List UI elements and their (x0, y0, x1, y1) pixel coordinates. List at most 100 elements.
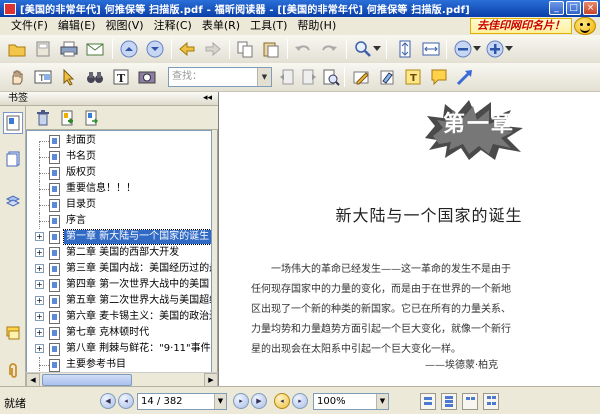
bookmark-item[interactable]: 主要参考书目 (27, 357, 211, 373)
search-document-icon[interactable] (320, 66, 342, 88)
open-folder-icon[interactable] (6, 38, 28, 60)
nav-back-icon[interactable]: ◂ (274, 393, 290, 409)
text-box-icon[interactable]: T (402, 66, 424, 88)
bookmark-item[interactable]: + 第三章 美国内战：美国经历过的最 (27, 261, 211, 277)
bookmark-item[interactable]: + 第二章 美国的西部大开发 (27, 245, 211, 261)
menu-edit[interactable]: 编辑(E) (53, 17, 101, 35)
pencil-icon[interactable] (350, 66, 372, 88)
facing-view-icon[interactable] (462, 393, 478, 410)
single-page-view-icon[interactable] (420, 393, 436, 410)
typewriter-icon[interactable]: T (110, 66, 132, 88)
continuous-view-icon[interactable] (441, 393, 457, 410)
tab-pages-icon[interactable] (3, 148, 23, 170)
redo-icon[interactable] (318, 38, 340, 60)
zoom-out-dropdown-icon[interactable] (472, 38, 482, 60)
page-dropdown-icon[interactable]: ▼ (214, 394, 226, 409)
nav-forward-icon[interactable]: ▸ (292, 393, 308, 409)
menu-comment[interactable]: 注释(C) (149, 17, 197, 35)
expand-bookmark-icon[interactable] (82, 109, 100, 127)
print-icon[interactable] (58, 38, 80, 60)
previous-page-icon[interactable] (118, 38, 140, 60)
tab-comments-icon[interactable] (3, 322, 23, 344)
bookmark-item[interactable]: + 第七章 克林顿时代 (27, 325, 211, 341)
next-page-button-icon[interactable]: ▸ (233, 393, 249, 409)
select-arrow-icon[interactable] (58, 66, 80, 88)
page-number-field[interactable]: 14 / 382 ▼ (137, 393, 227, 410)
add-bookmark-icon[interactable] (58, 109, 76, 127)
document-view[interactable]: 第一章 新大陆与一个国家的诞生 一场伟大的革命已经发生——这一革命的发生不是由于… (218, 92, 600, 386)
zoom-in-icon[interactable] (484, 38, 506, 60)
fit-width-icon[interactable] (420, 38, 442, 60)
delete-bookmark-icon[interactable] (34, 109, 52, 127)
snapshot-icon[interactable] (136, 66, 158, 88)
menu-view[interactable]: 视图(V) (100, 17, 148, 35)
expand-toggle[interactable]: + (35, 232, 44, 241)
bookmark-item[interactable]: 序言 (27, 213, 211, 229)
hand-tool-icon[interactable] (6, 66, 28, 88)
note-icon[interactable] (428, 66, 450, 88)
arrow-annotation-icon[interactable] (454, 66, 476, 88)
back-arrow-icon[interactable] (176, 38, 198, 60)
tab-layers-icon[interactable] (3, 190, 23, 212)
bookmark-item[interactable]: + 第八章 荆棘与鲜花："9·11"事件与 (27, 341, 211, 357)
smiley-icon[interactable] (574, 17, 596, 35)
copy-page-icon[interactable] (234, 38, 256, 60)
zoom-level-field[interactable]: 100% ▼ (313, 393, 389, 410)
bookmark-item[interactable]: 版权页 (27, 165, 211, 181)
menu-form[interactable]: 表单(R) (197, 17, 245, 35)
bookmark-item[interactable]: 重要信息！！！ (27, 181, 211, 197)
text-select-icon[interactable]: T (32, 66, 54, 88)
bookmark-item-selected[interactable]: + 第一章 新大陆与一个国家的诞生 (27, 229, 211, 245)
collapse-panel-button[interactable]: ◂◂ (203, 92, 212, 105)
close-button[interactable]: × (583, 1, 598, 15)
menu-tools[interactable]: 工具(T) (245, 17, 292, 35)
menu-help[interactable]: 帮助(H) (292, 17, 341, 35)
bookmark-tree[interactable]: 封面页 书名页 版权页 重要信息！！！ 目录页 序言 + 第一章 新大陆与一个国… (26, 130, 212, 384)
binoculars-icon[interactable] (84, 66, 106, 88)
tab-bookmarks-icon[interactable] (3, 112, 23, 134)
minimize-button[interactable]: _ (549, 1, 564, 15)
expand-toggle[interactable]: + (35, 264, 44, 273)
bookmark-item[interactable]: + 第六章 麦卡锡主义：美国的政治迫 (27, 309, 211, 325)
next-page-icon[interactable] (144, 38, 166, 60)
zoom-tool-icon[interactable] (352, 38, 374, 60)
zoom-in-dropdown-icon[interactable] (504, 38, 514, 60)
find-next-icon[interactable] (298, 66, 320, 88)
email-icon[interactable] (84, 38, 106, 60)
tab-attachments-icon[interactable] (3, 360, 23, 382)
zoom-dropdown-icon[interactable] (372, 38, 382, 60)
maximize-button[interactable]: □ (566, 1, 581, 15)
zoom-level-dropdown-icon[interactable]: ▼ (376, 394, 388, 409)
first-page-icon[interactable]: ◀ (100, 393, 116, 409)
scroll-left-icon[interactable]: ◀ (26, 373, 40, 387)
find-previous-icon[interactable] (276, 66, 298, 88)
search-input[interactable]: 查找： ▼ (168, 67, 272, 87)
last-page-icon[interactable]: ▶ (251, 393, 267, 409)
zoom-out-icon[interactable] (452, 38, 474, 60)
search-dropdown-icon[interactable]: ▼ (257, 68, 271, 86)
expand-toggle[interactable]: + (35, 280, 44, 289)
fit-page-icon[interactable] (394, 38, 416, 60)
bookmark-item[interactable]: 书名页 (27, 149, 211, 165)
save-icon[interactable] (32, 38, 54, 60)
expand-toggle[interactable]: + (35, 328, 44, 337)
expand-toggle[interactable]: + (35, 296, 44, 305)
ad-banner[interactable]: 去佳印网印名片！ (470, 18, 572, 34)
undo-icon[interactable] (292, 38, 314, 60)
continuous-facing-view-icon[interactable] (483, 393, 499, 410)
paste-page-icon[interactable] (260, 38, 282, 60)
expand-toggle[interactable]: + (35, 312, 44, 321)
bookmark-item[interactable]: + 第五章 第二次世界大战与美国超级 (27, 293, 211, 309)
forward-arrow-icon[interactable] (202, 38, 224, 60)
expand-toggle[interactable]: + (35, 248, 44, 257)
menu-file[interactable]: 文件(F) (6, 17, 53, 35)
prev-page-icon[interactable]: ◂ (118, 393, 134, 409)
scroll-right-icon[interactable]: ▶ (204, 373, 218, 387)
bookmark-item[interactable]: + 第四章 第一次世界大战中的美国 (27, 277, 211, 293)
expand-toggle[interactable]: + (35, 344, 44, 353)
bookmark-item[interactable]: 目录页 (27, 197, 211, 213)
scroll-thumb[interactable] (42, 374, 132, 386)
horizontal-scrollbar[interactable]: ◀ ▶ (26, 372, 218, 387)
bookmark-item[interactable]: 封面页 (27, 133, 211, 157)
highlight-icon[interactable] (376, 66, 398, 88)
